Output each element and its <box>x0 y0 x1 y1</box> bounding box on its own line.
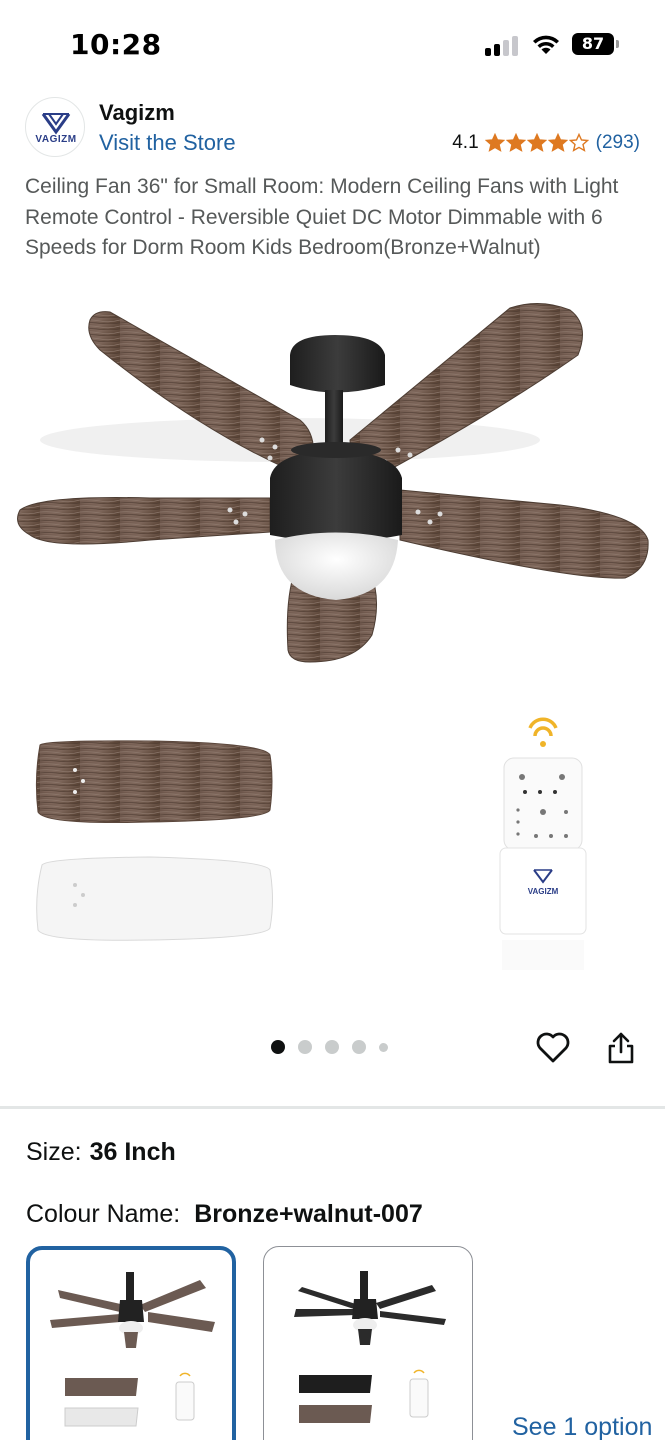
star-icon <box>505 133 526 152</box>
carousel-dot[interactable] <box>352 1040 366 1054</box>
colour-swatch-selected[interactable] <box>26 1246 236 1440</box>
share-icon <box>608 1032 634 1064</box>
cellular-signal-icon <box>485 34 521 56</box>
swatch-image-bronze-walnut <box>50 1272 215 1427</box>
star-icon <box>568 133 589 152</box>
share-button[interactable] <box>604 1030 638 1066</box>
brand-logo-text: VAGIZM <box>35 134 77 145</box>
spare-blade-walnut <box>35 740 273 824</box>
colour-selection: Colour Name: Bronze+walnut-007 <box>26 1200 423 1229</box>
heart-icon <box>536 1032 570 1063</box>
size-value: 36 Inch <box>89 1138 176 1166</box>
star-icon <box>484 133 505 152</box>
visit-store-link[interactable]: Visit the Store <box>99 130 236 156</box>
product-image[interactable]: VAGIZM <box>0 300 665 1000</box>
remote-logo-text: VAGIZM <box>528 887 559 896</box>
rating-value: 4.1 <box>452 132 479 153</box>
star-icon <box>526 133 547 152</box>
carousel-dot[interactable] <box>298 1040 312 1054</box>
rating-summary[interactable]: 4.1 (293) <box>452 132 640 154</box>
favorite-button[interactable] <box>534 1028 572 1066</box>
product-title: Ceiling Fan 36" for Small Room: Modern C… <box>25 175 619 259</box>
colour-value: Bronze+walnut-007 <box>194 1200 423 1228</box>
carousel-dot[interactable] <box>271 1040 285 1054</box>
remote-control: VAGIZM <box>499 717 587 970</box>
wifi-icon <box>530 32 562 56</box>
colour-label: Colour Name: <box>26 1200 181 1228</box>
section-divider <box>0 1106 665 1109</box>
size-label: Size: <box>26 1138 82 1166</box>
rating-count-link[interactable]: (293) <box>596 132 640 154</box>
image-carousel-dots[interactable] <box>271 1040 401 1054</box>
swatch-image-black <box>294 1271 446 1423</box>
rating-stars <box>484 133 590 153</box>
brand-logo[interactable]: VAGIZM <box>25 97 85 157</box>
carousel-dot[interactable] <box>325 1040 339 1054</box>
size-selection: Size: 36 Inch <box>26 1138 176 1167</box>
status-time: 10:28 <box>70 28 162 61</box>
vagizm-logo-icon <box>41 113 71 135</box>
status-bar: 10:28 87 <box>0 0 665 90</box>
battery-icon: 87 <box>572 33 620 55</box>
colour-swatch-option[interactable] <box>263 1246 473 1440</box>
carousel-dot[interactable] <box>379 1042 388 1052</box>
see-options-link[interactable]: See 1 option <box>512 1413 652 1440</box>
battery-level: 87 <box>572 33 614 55</box>
spare-blade-white <box>36 856 273 941</box>
star-icon <box>547 133 568 152</box>
brand-name: Vagizm <box>99 100 175 125</box>
